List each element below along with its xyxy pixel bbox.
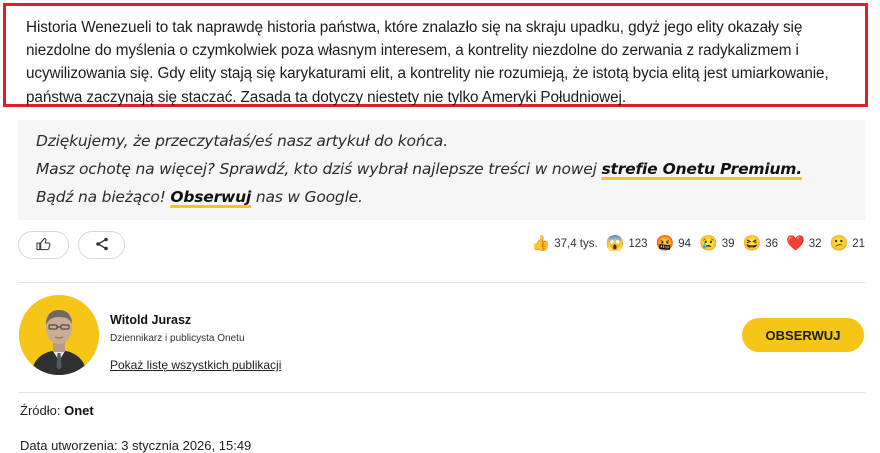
reaction-angry[interactable]: 🤬 94 xyxy=(656,236,691,251)
share-icon xyxy=(95,236,109,255)
reaction-count: 39 xyxy=(721,237,735,250)
reaction-count: 32 xyxy=(808,237,822,250)
confused-emoji-icon: 😕 xyxy=(829,235,849,252)
share-button[interactable] xyxy=(78,231,125,259)
created-label: Data utworzenia: xyxy=(20,438,118,453)
reaction-count: 36 xyxy=(765,237,779,250)
author-role: Dziennikarz i publicysta Onetu xyxy=(110,333,245,344)
thanks-line-2: Masz ochotę na więcej? Sprawdź, kto dziś… xyxy=(36,160,802,178)
premium-zone-link[interactable]: strefie Onetu Premium. xyxy=(601,160,802,178)
shocked-emoji-icon: 😱 xyxy=(605,235,625,252)
source-value: Onet xyxy=(64,403,94,418)
article-last-paragraph: Historia Wenezueli to tak naprawdę histo… xyxy=(26,19,829,106)
reaction-confused[interactable]: 😕 21 xyxy=(830,236,865,251)
divider xyxy=(18,282,865,283)
thanks-line-3-suffix: nas w Google. xyxy=(251,188,363,206)
reaction-crying[interactable]: 😢 39 xyxy=(699,236,734,251)
author-avatar[interactable] xyxy=(19,295,99,375)
thanks-line-3: Bądź na bieżąco! Obserwuj nas w Google. xyxy=(36,188,363,206)
created-date-info: Data utworzenia: 3 stycznia 2026, 15:49 xyxy=(20,438,251,453)
reaction-count: 123 xyxy=(628,237,648,250)
reaction-laughing[interactable]: 😆 36 xyxy=(743,236,778,251)
source-label: Źródło: xyxy=(20,403,61,418)
created-date: 3 stycznia 2026, 15:49 xyxy=(121,438,252,453)
google-follow-link[interactable]: Obserwuj xyxy=(170,188,251,206)
thanks-line-3-prefix: Bądź na bieżąco! xyxy=(36,188,171,206)
highlighted-paragraph-box: Historia Wenezueli to tak naprawdę histo… xyxy=(3,3,868,107)
reaction-count: 37,4 tys. xyxy=(554,237,598,250)
reactions-bar: 👍 37,4 tys. 😱 123 🤬 94 😢 39 😆 36 ❤️ 32 😕 21 xyxy=(524,236,865,251)
thanks-box: Dziękujemy, że przeczytałaś/eś nasz arty… xyxy=(18,120,865,220)
thanks-line-1: Dziękujemy, że przeczytałaś/eś nasz arty… xyxy=(36,132,448,150)
reaction-heart[interactable]: ❤️ 32 xyxy=(786,236,821,251)
author-name[interactable]: Witold Jurasz xyxy=(110,313,191,327)
thanks-line-2-text: Masz ochotę na więcej? Sprawdź, kto dziś… xyxy=(36,160,602,178)
reaction-thumbs-up[interactable]: 👍 37,4 tys. xyxy=(532,236,598,251)
thumb-up-icon xyxy=(36,236,51,255)
all-publications-link[interactable]: Pokaż listę wszystkich publikacji xyxy=(110,358,281,372)
angry-emoji-icon: 🤬 xyxy=(655,235,675,252)
crying-emoji-icon: 😢 xyxy=(699,235,718,252)
thumbs-up-emoji-icon: 👍 xyxy=(531,235,551,252)
reaction-count: 21 xyxy=(852,237,865,250)
source-info: Źródło: Onet xyxy=(20,403,94,418)
laughing-emoji-icon: 😆 xyxy=(742,235,762,252)
divider xyxy=(18,392,865,393)
reaction-shocked[interactable]: 😱 123 xyxy=(606,236,648,251)
heart-emoji-icon: ❤️ xyxy=(786,235,805,252)
reaction-count: 94 xyxy=(678,237,692,250)
like-button[interactable] xyxy=(18,231,69,259)
follow-author-button[interactable]: OBSERWUJ xyxy=(742,318,864,352)
